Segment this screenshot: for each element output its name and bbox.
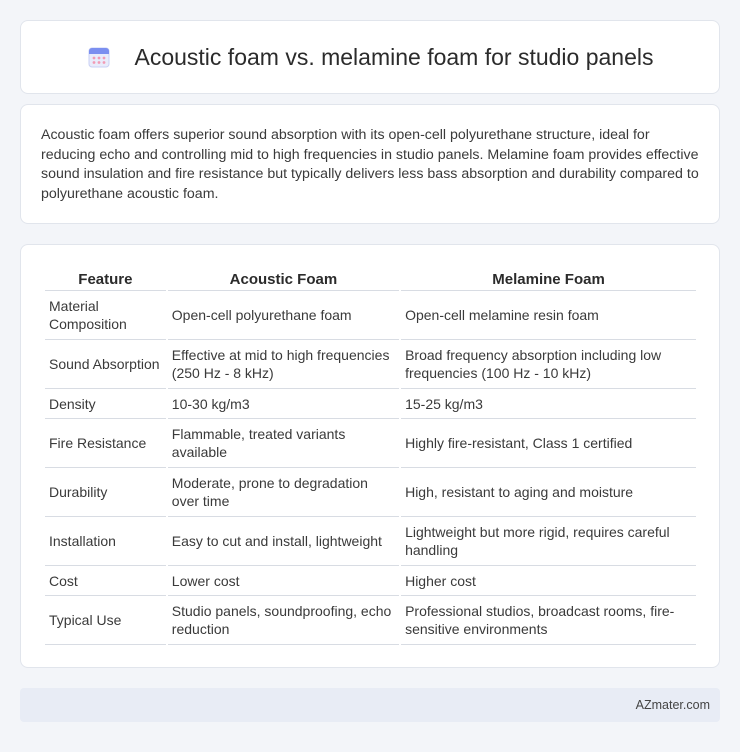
feature-cell: Density xyxy=(45,389,166,419)
melamine-foam-cell: Professional studios, broadcast rooms, f… xyxy=(401,596,696,645)
melamine-foam-cell: Higher cost xyxy=(401,566,696,596)
melamine-foam-cell: Open-cell melamine resin foam xyxy=(401,291,696,340)
comparison-table: Feature Acoustic Foam Melamine Foam Mate… xyxy=(43,265,698,645)
acoustic-foam-cell: Open-cell polyurethane foam xyxy=(167,291,400,340)
table-row: Durability Moderate, prone to degradatio… xyxy=(45,468,696,517)
table-row: Fire Resistance Flammable, treated varia… xyxy=(45,419,696,468)
feature-cell: Sound Absorption xyxy=(45,340,166,389)
summary-text: Acoustic foam offers superior sound abso… xyxy=(41,127,699,202)
feature-cell: Material Composition xyxy=(45,291,166,340)
table-row: Material Composition Open-cell polyureth… xyxy=(45,291,696,340)
acoustic-foam-cell: Studio panels, soundproofing, echo reduc… xyxy=(167,596,400,645)
table-row: Density 10-30 kg/m3 15-25 kg/m3 xyxy=(45,389,696,419)
summary-card: Acoustic foam offers superior sound abso… xyxy=(20,104,720,224)
table-row: Installation Easy to cut and install, li… xyxy=(45,517,696,566)
feature-cell: Installation xyxy=(45,517,166,566)
feature-cell: Durability xyxy=(45,468,166,517)
calendar-icon xyxy=(88,47,110,68)
melamine-foam-cell: High, resistant to aging and moisture xyxy=(401,468,696,517)
acoustic-foam-cell: 10-30 kg/m3 xyxy=(167,389,400,419)
column-header-melamine-foam: Melamine Foam xyxy=(401,265,696,291)
column-header-acoustic-foam: Acoustic Foam xyxy=(167,265,400,291)
feature-cell: Fire Resistance xyxy=(45,419,166,468)
feature-cell: Cost xyxy=(45,566,166,596)
title-card: Acoustic foam vs. melamine foam for stud… xyxy=(20,20,720,94)
footer-brand: AZmater.com xyxy=(635,698,710,712)
melamine-foam-cell: Highly fire-resistant, Class 1 certified xyxy=(401,419,696,468)
acoustic-foam-cell: Flammable, treated variants available xyxy=(167,419,400,468)
comparison-card: Feature Acoustic Foam Melamine Foam Mate… xyxy=(20,244,720,668)
acoustic-foam-cell: Effective at mid to high frequencies (25… xyxy=(167,340,400,389)
table-row: Typical Use Studio panels, soundproofing… xyxy=(45,596,696,645)
acoustic-foam-cell: Lower cost xyxy=(167,566,400,596)
melamine-foam-cell: Lightweight but more rigid, requires car… xyxy=(401,517,696,566)
table-row: Sound Absorption Effective at mid to hig… xyxy=(45,340,696,389)
melamine-foam-cell: Broad frequency absorption including low… xyxy=(401,340,696,389)
table-header-row: Feature Acoustic Foam Melamine Foam xyxy=(45,265,696,291)
title-wrap: Acoustic foam vs. melamine foam for stud… xyxy=(86,43,654,71)
feature-cell: Typical Use xyxy=(45,596,166,645)
column-header-feature: Feature xyxy=(45,265,166,291)
acoustic-foam-cell: Moderate, prone to degradation over time xyxy=(167,468,400,517)
table-row: Cost Lower cost Higher cost xyxy=(45,566,696,596)
acoustic-foam-cell: Easy to cut and install, lightweight xyxy=(167,517,400,566)
melamine-foam-cell: 15-25 kg/m3 xyxy=(401,389,696,419)
page-title: Acoustic foam vs. melamine foam for stud… xyxy=(134,43,654,70)
footer-bar: AZmater.com xyxy=(20,688,720,722)
